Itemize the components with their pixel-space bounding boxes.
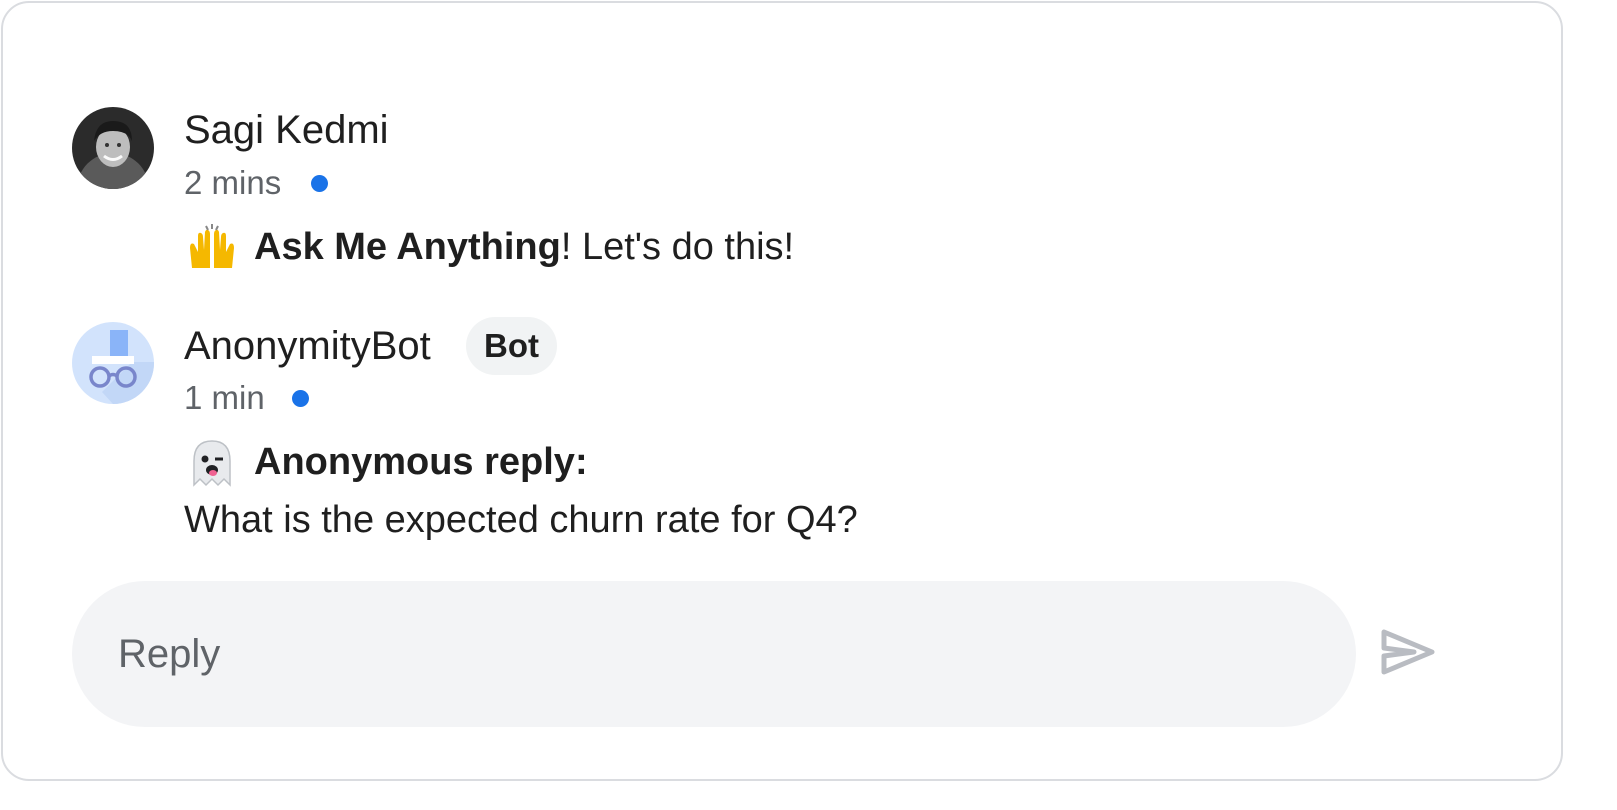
raising-hands-emoji xyxy=(186,222,238,274)
message-text: ! Let's do this! xyxy=(560,226,795,268)
avatar-sagi-kedmi[interactable] xyxy=(72,107,154,189)
message-bold-title: Ask Me Anything xyxy=(254,226,561,268)
message-text: What is the expected churn rate for Q4? xyxy=(184,499,858,541)
message-author-name: Sagi Kedmi xyxy=(184,108,389,152)
avatar-anonymitybot[interactable] xyxy=(72,322,154,404)
reply-box[interactable] xyxy=(72,581,1356,727)
unread-indicator xyxy=(292,390,309,407)
message-timestamp: 1 min xyxy=(184,379,265,416)
bot-badge: Bot xyxy=(466,317,557,375)
reply-input[interactable] xyxy=(118,627,1298,681)
message-body: Ask Me Anything! Let's do this! xyxy=(254,224,794,270)
incognito-icon xyxy=(72,322,154,404)
send-button[interactable] xyxy=(1376,622,1440,686)
message-timestamp: 2 mins xyxy=(184,164,282,201)
unread-indicator xyxy=(311,175,328,192)
person-photo-icon xyxy=(72,107,154,189)
winking-ghost-emoji xyxy=(186,437,238,489)
send-icon xyxy=(1381,629,1435,675)
anonymous-reply-title: Anonymous reply: xyxy=(254,441,588,483)
message-author-name: AnonymityBot xyxy=(184,324,431,368)
